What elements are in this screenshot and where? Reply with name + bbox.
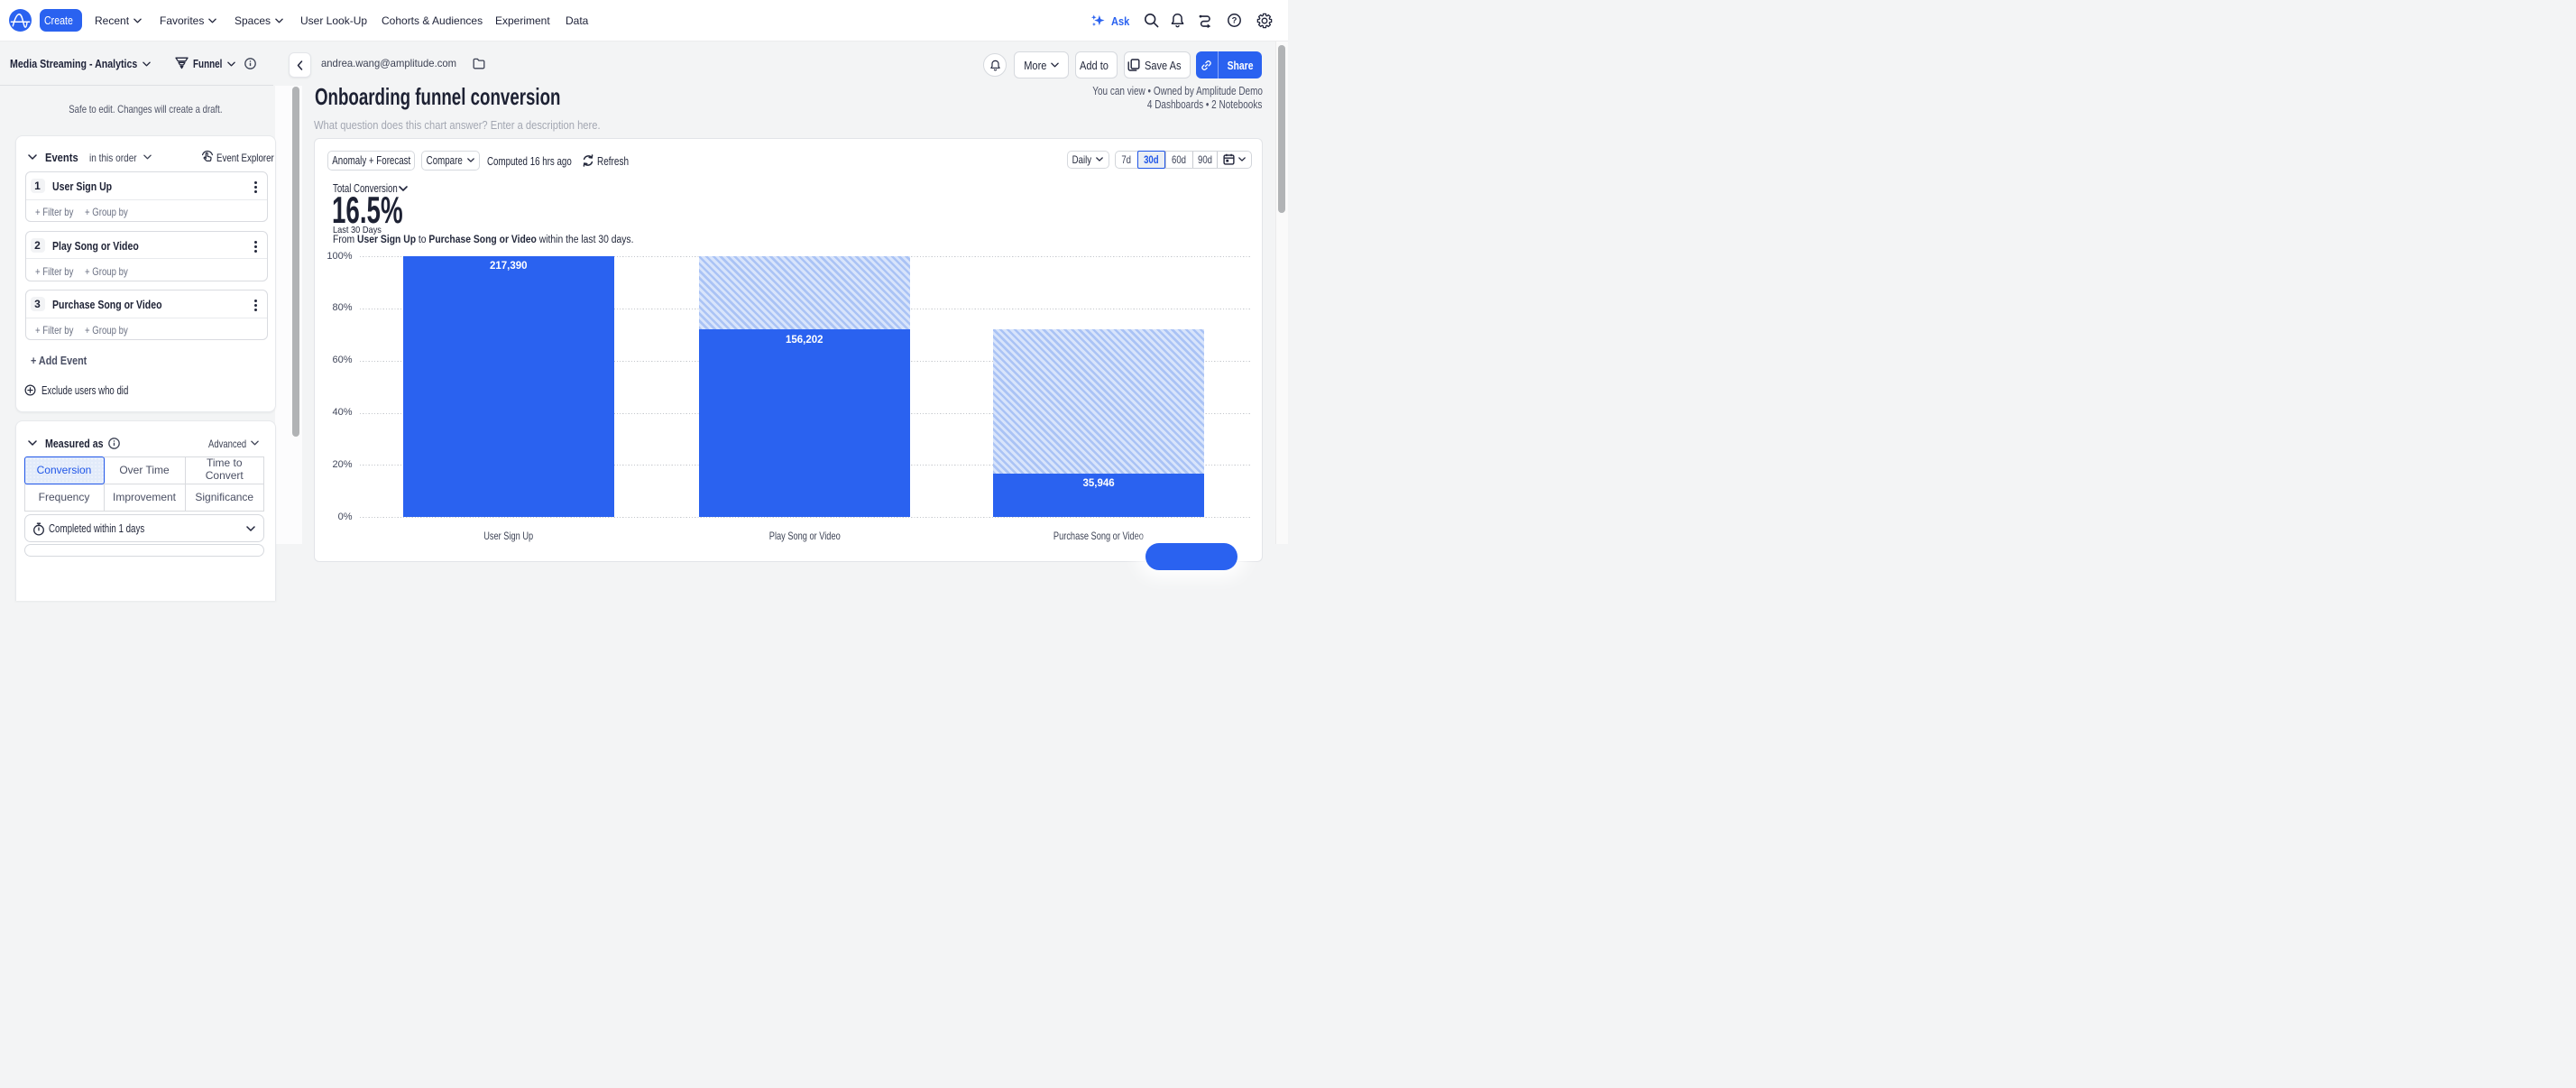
svg-text:?: ?: [1232, 16, 1237, 26]
